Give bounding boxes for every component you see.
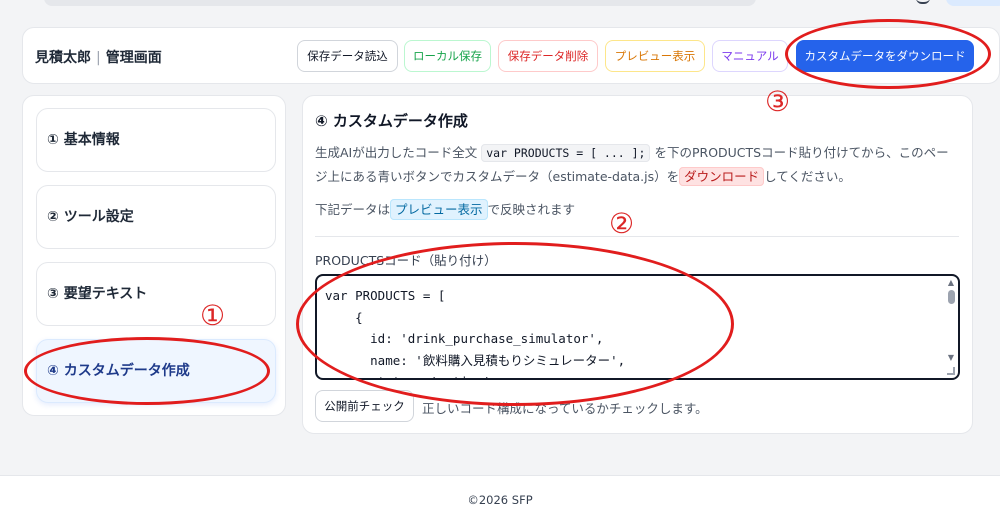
inline-code: var PRODUCTS = [ ... ]; — [481, 144, 651, 162]
annotation-number-3: ③ — [765, 85, 791, 118]
header-bar: 見積太郎 | 管理画面 保存データ読込 ローカル保存 保存データ削除 プレビュー表示… — [22, 27, 1000, 84]
products-code-label: PRODUCTSコード（貼り付け） — [315, 253, 497, 268]
sidebar-item-tool-settings[interactable]: ② ツール設定 — [36, 185, 276, 249]
scrollbar-thumb[interactable] — [948, 290, 955, 304]
products-code-textarea[interactable]: var PRODUCTS = [ { id: 'drink_purchase_s… — [315, 274, 960, 380]
note-part-1: 下記データは — [315, 202, 391, 217]
local-save-button[interactable]: ローカル保存 — [404, 40, 491, 72]
brand-separator: | — [96, 50, 101, 66]
sidebar-item-request-text[interactable]: ③ 要望テキスト — [36, 262, 276, 326]
sidebar-item-custom-data[interactable]: ④ カスタムデータ作成 — [36, 339, 276, 403]
pre-publish-check-button[interactable]: 公開前チェック — [315, 390, 414, 422]
brand-title: 見積太郎 | 管理画面 — [35, 47, 162, 67]
resize-handle-icon[interactable] — [947, 367, 955, 375]
preview-note: 下記データは プレビュー表示 で反映されます — [315, 197, 575, 223]
annotation-number-2: ② — [609, 207, 635, 240]
annotation-number-1: ① — [200, 299, 226, 332]
preview-button[interactable]: プレビュー表示 — [605, 40, 705, 72]
check-description: 正しいコード構成になっているかチェックします。 — [422, 401, 708, 416]
profile-icon — [916, 0, 930, 4]
preview-highlight: プレビュー表示 — [390, 199, 488, 220]
brand-name: 見積太郎 — [35, 50, 91, 66]
scroll-down-icon[interactable]: ▼ — [947, 354, 955, 362]
sidebar: ① 基本情報 ② ツール設定 ③ 要望テキスト ④ カスタムデータ作成 — [22, 95, 286, 416]
instructions-text: 生成AIが出力したコード全文 var PRODUCTS = [ ... ]; を… — [315, 141, 959, 188]
copyright-text: ©2026 SFP — [467, 493, 533, 507]
section-title: ④ カスタムデータ作成 — [315, 112, 468, 130]
address-bar — [44, 0, 756, 6]
footer: ©2026 SFP — [0, 476, 1000, 530]
main-panel: ④ カスタムデータ作成 生成AIが出力したコード全文 var PRODUCTS … — [302, 95, 973, 434]
sidebar-item-basic-info[interactable]: ① 基本情報 — [36, 108, 276, 172]
manual-button[interactable]: マニュアル — [712, 40, 788, 72]
brand-subtitle: 管理画面 — [105, 50, 162, 66]
download-highlight: ダウンロード — [679, 167, 765, 186]
desc-part-3: してください。 — [764, 169, 851, 184]
delete-saved-data-button[interactable]: 保存データ削除 — [498, 40, 598, 72]
note-part-2: で反映されます — [487, 202, 576, 217]
code-content[interactable]: var PRODUCTS = [ { id: 'drink_purchase_s… — [325, 285, 625, 378]
desc-part-1: 生成AIが出力したコード全文 — [315, 145, 478, 160]
top-button[interactable] — [946, 0, 1000, 6]
divider — [315, 236, 959, 237]
download-custom-data-button[interactable]: カスタムデータをダウンロード — [796, 40, 974, 72]
top-strip — [0, 0, 1000, 8]
load-saved-data-button[interactable]: 保存データ読込 — [297, 40, 398, 72]
scroll-up-icon[interactable]: ▲ — [947, 279, 955, 287]
